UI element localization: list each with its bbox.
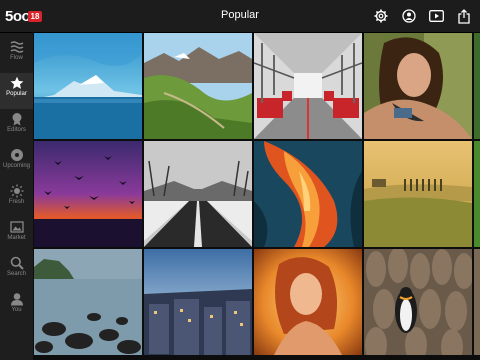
sidebar-item-label: Fresh bbox=[8, 199, 25, 205]
photo-tile-edge bbox=[474, 33, 480, 139]
upcoming-icon bbox=[10, 149, 23, 161]
flow-icon bbox=[10, 41, 23, 53]
sidebar-item-upcoming[interactable]: Upcoming bbox=[0, 145, 33, 181]
profile-icon[interactable] bbox=[401, 8, 417, 24]
sidebar: Flow Popular Editors Upcoming Fresh Mark… bbox=[0, 33, 33, 360]
photo-tile-edge bbox=[474, 141, 480, 247]
photo-tile-golden-field[interactable] bbox=[364, 141, 472, 247]
photo-tile-city-rooftops[interactable] bbox=[144, 249, 252, 355]
top-bar: 5oo 18 Popular bbox=[0, 0, 480, 33]
sidebar-item-label: You bbox=[11, 307, 22, 313]
gear-icon[interactable] bbox=[373, 8, 389, 24]
photo-tile-woman-portrait[interactable] bbox=[364, 33, 472, 139]
sidebar-item-editors[interactable]: Editors bbox=[0, 109, 33, 145]
sidebar-item-market[interactable]: Market bbox=[0, 217, 33, 253]
sidebar-item-flow[interactable]: Flow bbox=[0, 37, 33, 73]
photo-tile-rocky-coast[interactable] bbox=[34, 249, 142, 355]
search-icon bbox=[10, 256, 24, 270]
photo-tile-train-interior[interactable] bbox=[254, 33, 362, 139]
sidebar-item-label: Editors bbox=[7, 127, 26, 133]
sidebar-item-you[interactable]: You bbox=[0, 289, 33, 325]
photo-tile-mountain-lake[interactable] bbox=[34, 33, 142, 139]
photo-tile-green-valley[interactable] bbox=[144, 33, 252, 139]
photo-tile-birds-sunset[interactable] bbox=[34, 141, 142, 247]
photo-tile-snowy-road[interactable] bbox=[144, 141, 252, 247]
sidebar-item-search[interactable]: Search bbox=[0, 253, 33, 289]
sidebar-item-label: Search bbox=[6, 271, 26, 277]
share-icon[interactable] bbox=[456, 8, 472, 24]
sidebar-item-fresh[interactable]: Fresh bbox=[0, 181, 33, 217]
fresh-icon bbox=[10, 184, 23, 198]
photo-tile-penguins[interactable] bbox=[364, 249, 472, 355]
photo-tile-edge bbox=[474, 249, 480, 355]
sidebar-item-label: Popular bbox=[6, 91, 27, 97]
sidebar-item-label: Market bbox=[7, 235, 26, 241]
photo-tile-ice-cave[interactable] bbox=[254, 141, 362, 247]
editors-icon bbox=[12, 113, 21, 126]
photo-grid bbox=[33, 33, 480, 360]
user-icon bbox=[10, 293, 23, 306]
sidebar-item-label: Upcoming bbox=[2, 163, 30, 169]
photo-tile-fire-portrait[interactable] bbox=[254, 249, 362, 355]
star-icon bbox=[10, 76, 23, 89]
market-icon bbox=[9, 221, 24, 233]
slideshow-icon[interactable] bbox=[428, 8, 444, 24]
sidebar-item-label: Flow bbox=[10, 55, 23, 61]
sidebar-item-popular[interactable]: Popular bbox=[0, 73, 33, 109]
